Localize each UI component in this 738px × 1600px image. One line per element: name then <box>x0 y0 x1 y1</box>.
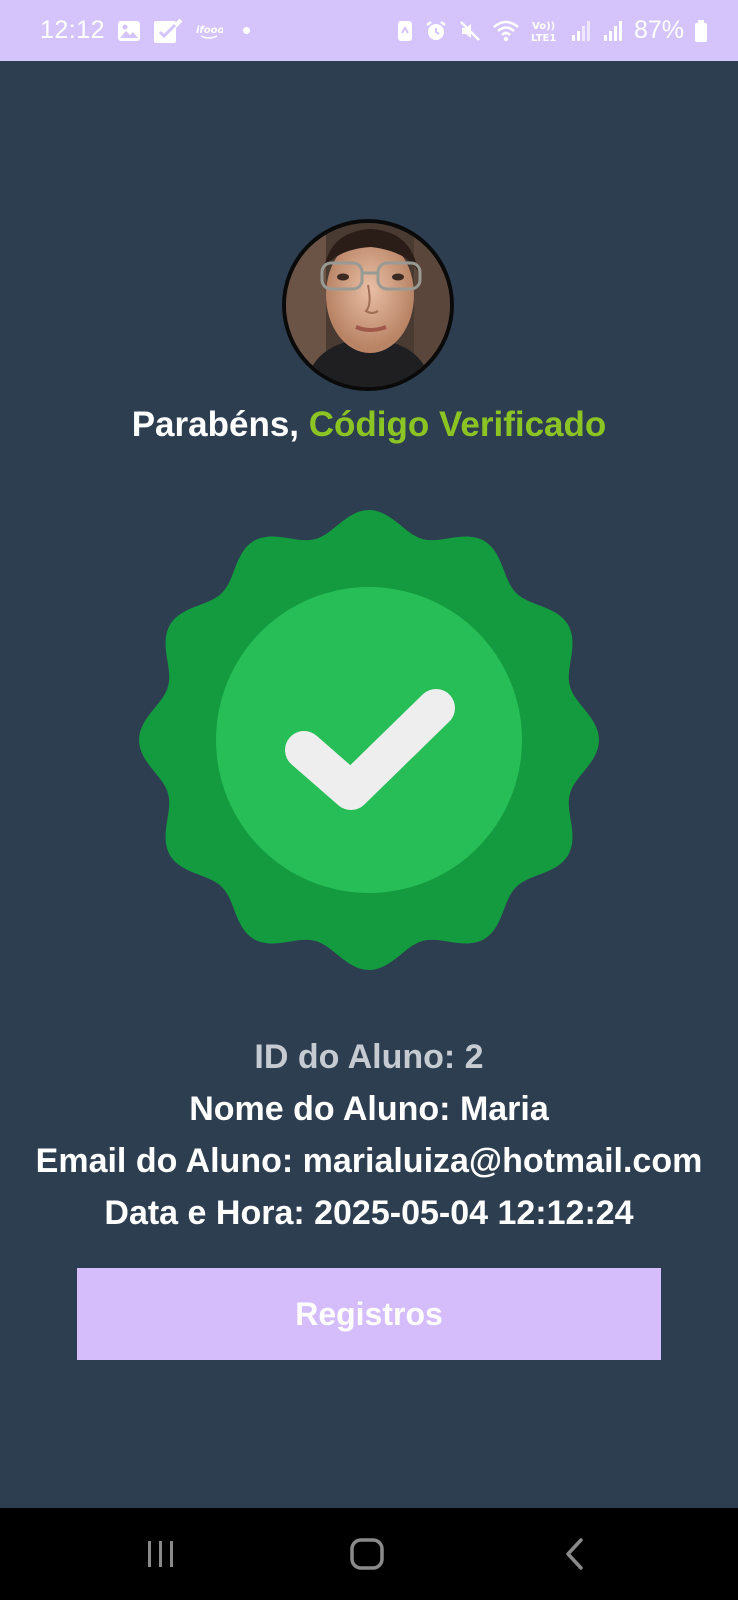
verification-datetime: Data e Hora: 2025-05-04 12:12:24 <box>104 1194 634 1232</box>
badge-inner-circle <box>216 587 522 893</box>
volte-lte-icon: Vo)) LTE1 <box>530 18 560 44</box>
navigation-bar <box>0 1508 738 1600</box>
svg-text:LTE1: LTE1 <box>531 33 556 44</box>
status-left: 12:12 ifood <box>40 16 251 45</box>
verified-check-badge-icon <box>130 501 608 979</box>
svg-text:ifood: ifood <box>196 25 223 36</box>
signal-icon <box>602 19 624 43</box>
mute-icon <box>458 19 482 43</box>
home-icon[interactable] <box>337 1528 397 1580</box>
svg-text:Vo)): Vo)) <box>532 21 555 32</box>
signal-icon <box>570 19 592 43</box>
status-right: Vo)) LTE1 87% <box>396 16 708 45</box>
avatar <box>282 219 454 391</box>
status-time: 12:12 <box>40 16 106 44</box>
wifi-icon <box>492 19 520 43</box>
verification-screen: Parabéns, Código Verificado ID do Aluno:… <box>0 61 738 1508</box>
back-icon[interactable] <box>545 1528 605 1580</box>
alarm-icon <box>424 19 448 43</box>
recent-apps-icon[interactable] <box>131 1528 191 1580</box>
nfc-icon <box>396 19 414 43</box>
ifood-icon: ifood <box>195 22 223 40</box>
gallery-icon <box>117 20 141 42</box>
battery-percent: 87% <box>633 16 684 44</box>
student-email: Email do Aluno: marialuiza@hotmail.com <box>35 1142 703 1180</box>
notification-dot-icon <box>243 27 251 34</box>
student-info: ID do Aluno: 2 Nome do Aluno: Maria Emai… <box>0 1031 738 1239</box>
check-app-icon <box>153 17 183 45</box>
greeting-prefix: Parabéns, <box>131 405 309 444</box>
battery-icon <box>694 19 708 43</box>
status-bar: 12:12 ifood Vo)) LTE1 87% <box>0 0 738 61</box>
registros-button[interactable]: Registros <box>77 1268 661 1360</box>
greeting-highlight: Código Verificado <box>308 405 607 444</box>
student-id: ID do Aluno: 2 <box>254 1038 484 1076</box>
student-name: Nome do Aluno: Maria <box>189 1090 549 1128</box>
greeting-title: Parabéns, Código Verificado <box>0 405 738 445</box>
